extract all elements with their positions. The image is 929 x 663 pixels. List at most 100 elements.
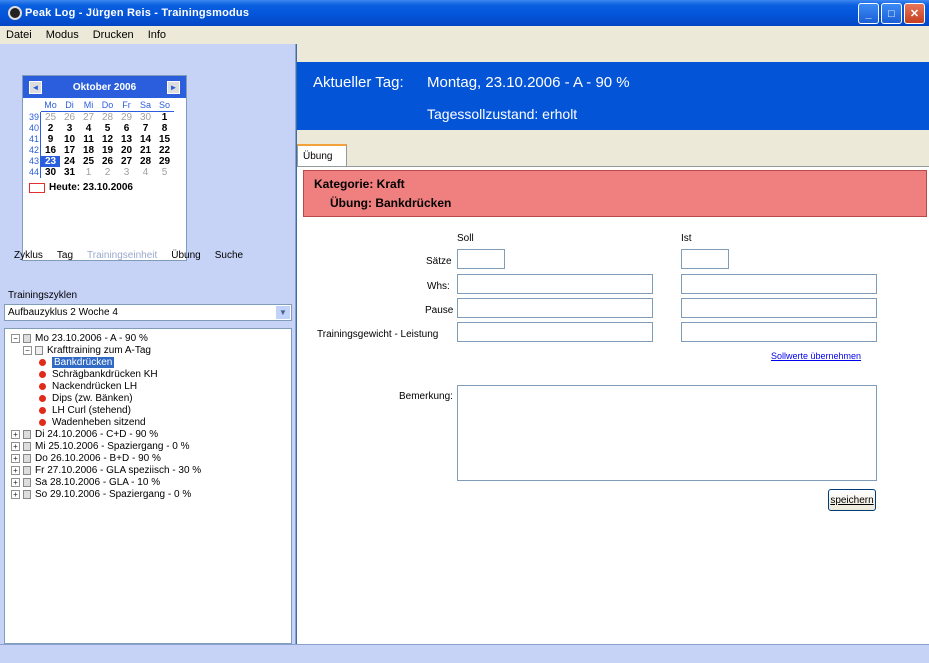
- calendar-day[interactable]: 28: [98, 112, 117, 123]
- calendar-day[interactable]: 19: [98, 145, 117, 156]
- collapse-icon[interactable]: −: [11, 333, 20, 343]
- calendar-day[interactable]: 28: [136, 156, 155, 167]
- calendar-today[interactable]: Heute: 23.10.2006: [23, 178, 186, 197]
- tree-node[interactable]: + So 29.10.2006 - Spaziergang - 0 %: [9, 489, 291, 501]
- gewicht-soll-input[interactable]: [457, 322, 653, 342]
- tree-node[interactable]: + Di 24.10.2006 - C+D - 90 %: [9, 429, 291, 441]
- tree-node[interactable]: + Do 26.10.2006 - B+D - 90 %: [9, 453, 291, 465]
- whs-soll-input[interactable]: [457, 274, 653, 294]
- take-over-targets-link[interactable]: Sollwerte übernehmen: [771, 351, 861, 361]
- tree-node[interactable]: LH Curl (stehend): [9, 405, 291, 417]
- expand-icon[interactable]: +: [11, 477, 20, 487]
- calendar-header: ◄ Oktober 2006 ►: [23, 76, 186, 98]
- calendar-day[interactable]: 3: [117, 167, 136, 178]
- calendar-day[interactable]: 5: [98, 123, 117, 134]
- tree-node[interactable]: Wadenheben sitzend: [9, 417, 291, 429]
- whs-ist-input[interactable]: [681, 274, 877, 294]
- tree-node[interactable]: Bankdrücken: [9, 357, 291, 369]
- tree-node[interactable]: + Sa 28.10.2006 - GLA - 10 %: [9, 477, 291, 489]
- calendar-day[interactable]: 24: [60, 156, 79, 167]
- dropdown-arrow-icon[interactable]: ▼: [276, 306, 290, 319]
- calendar-day[interactable]: 6: [117, 123, 136, 134]
- maximize-icon[interactable]: □: [881, 3, 902, 24]
- minimize-icon[interactable]: _: [858, 3, 879, 24]
- saetze-soll-input[interactable]: [457, 249, 505, 269]
- tree-node[interactable]: + Mi 25.10.2006 - Spaziergang - 0 %: [9, 441, 291, 453]
- weekday-header: Di: [60, 100, 79, 112]
- nav-link-suche[interactable]: Suche: [215, 250, 243, 261]
- weekday-header: Fr: [117, 100, 136, 112]
- gewicht-ist-input[interactable]: [681, 322, 877, 342]
- calendar-day[interactable]: 30: [136, 112, 155, 123]
- tab-uebung[interactable]: Übung: [297, 144, 347, 166]
- saetze-ist-input[interactable]: [681, 249, 729, 269]
- expand-icon[interactable]: +: [11, 429, 20, 439]
- calendar-day[interactable]: 2: [98, 167, 117, 178]
- collapse-icon[interactable]: −: [23, 345, 32, 355]
- cycle-select[interactable]: Aufbauzyklus 2 Woche 4 ▼: [4, 304, 292, 321]
- calendar-day[interactable]: 15: [155, 134, 174, 145]
- expand-icon[interactable]: +: [11, 489, 20, 499]
- prev-month-icon[interactable]: ◄: [29, 80, 42, 94]
- tree-node[interactable]: − Krafttraining zum A-Tag: [9, 345, 291, 357]
- field-label-whs: Whs:: [427, 281, 450, 292]
- calendar-day[interactable]: 11: [79, 134, 98, 145]
- calendar-day[interactable]: 8: [155, 123, 174, 134]
- tab-strip: Übung: [297, 144, 929, 166]
- main-area: Aktueller Tag: Montag, 23.10.2006 - A - …: [297, 44, 929, 644]
- nav-link-zyklus[interactable]: Zyklus: [14, 250, 43, 261]
- calendar-day[interactable]: 27: [117, 156, 136, 167]
- calendar-day[interactable]: 27: [79, 112, 98, 123]
- tree-node[interactable]: − Mo 23.10.2006 - A - 90 %: [9, 333, 291, 345]
- close-icon[interactable]: ✕: [904, 3, 925, 24]
- calendar-day[interactable]: 31: [60, 167, 79, 178]
- menu-item-datei[interactable]: Datei: [6, 29, 32, 41]
- calendar-day[interactable]: 20: [117, 145, 136, 156]
- calendar-day[interactable]: 26: [60, 112, 79, 123]
- calendar-day[interactable]: 9: [41, 134, 60, 145]
- calendar-day[interactable]: 26: [98, 156, 117, 167]
- tree-node[interactable]: Nackendrücken LH: [9, 381, 291, 393]
- calendar-day[interactable]: 18: [79, 145, 98, 156]
- calendar-day[interactable]: 30: [41, 167, 60, 178]
- pause-ist-input[interactable]: [681, 298, 877, 318]
- calendar-day-selected[interactable]: 23: [41, 156, 60, 167]
- menu-item-info[interactable]: Info: [148, 29, 166, 41]
- calendar-day[interactable]: 25: [79, 156, 98, 167]
- calendar-day[interactable]: 1: [79, 167, 98, 178]
- calendar-corner: [27, 100, 41, 112]
- menu-item-drucken[interactable]: Drucken: [93, 29, 134, 41]
- expand-icon[interactable]: +: [11, 441, 20, 451]
- nav-link-übung[interactable]: Übung: [171, 250, 200, 261]
- calendar-day[interactable]: 17: [60, 145, 79, 156]
- calendar-day[interactable]: 14: [136, 134, 155, 145]
- calendar-day[interactable]: 3: [60, 123, 79, 134]
- expand-icon[interactable]: +: [11, 465, 20, 475]
- calendar-day[interactable]: 21: [136, 145, 155, 156]
- calendar-day[interactable]: 25: [41, 112, 60, 123]
- calendar-day[interactable]: 29: [117, 112, 136, 123]
- calendar-day[interactable]: 2: [41, 123, 60, 134]
- calendar-day[interactable]: 22: [155, 145, 174, 156]
- save-button[interactable]: speichern: [828, 489, 876, 511]
- calendar-day[interactable]: 12: [98, 134, 117, 145]
- calendar-day[interactable]: 1: [155, 112, 174, 123]
- expand-icon[interactable]: +: [11, 453, 20, 463]
- calendar-day[interactable]: 4: [79, 123, 98, 134]
- calendar-day[interactable]: 7: [136, 123, 155, 134]
- calendar-day[interactable]: 13: [117, 134, 136, 145]
- nav-link-trainingseinheit: Trainingseinheit: [87, 250, 158, 261]
- menu-item-modus[interactable]: Modus: [46, 29, 79, 41]
- calendar-day[interactable]: 10: [60, 134, 79, 145]
- calendar-day[interactable]: 5: [155, 167, 174, 178]
- nav-link-tag[interactable]: Tag: [57, 250, 73, 261]
- tree-node[interactable]: Dips (zw. Bänken): [9, 393, 291, 405]
- tree-node[interactable]: + Fr 27.10.2006 - GLA speziisch - 30 %: [9, 465, 291, 477]
- calendar-day[interactable]: 16: [41, 145, 60, 156]
- pause-soll-input[interactable]: [457, 298, 653, 318]
- tree-node[interactable]: Schrägbankdrücken KH: [9, 369, 291, 381]
- next-month-icon[interactable]: ►: [167, 80, 180, 94]
- calendar-day[interactable]: 29: [155, 156, 174, 167]
- calendar-day[interactable]: 4: [136, 167, 155, 178]
- remark-textarea[interactable]: [457, 385, 877, 481]
